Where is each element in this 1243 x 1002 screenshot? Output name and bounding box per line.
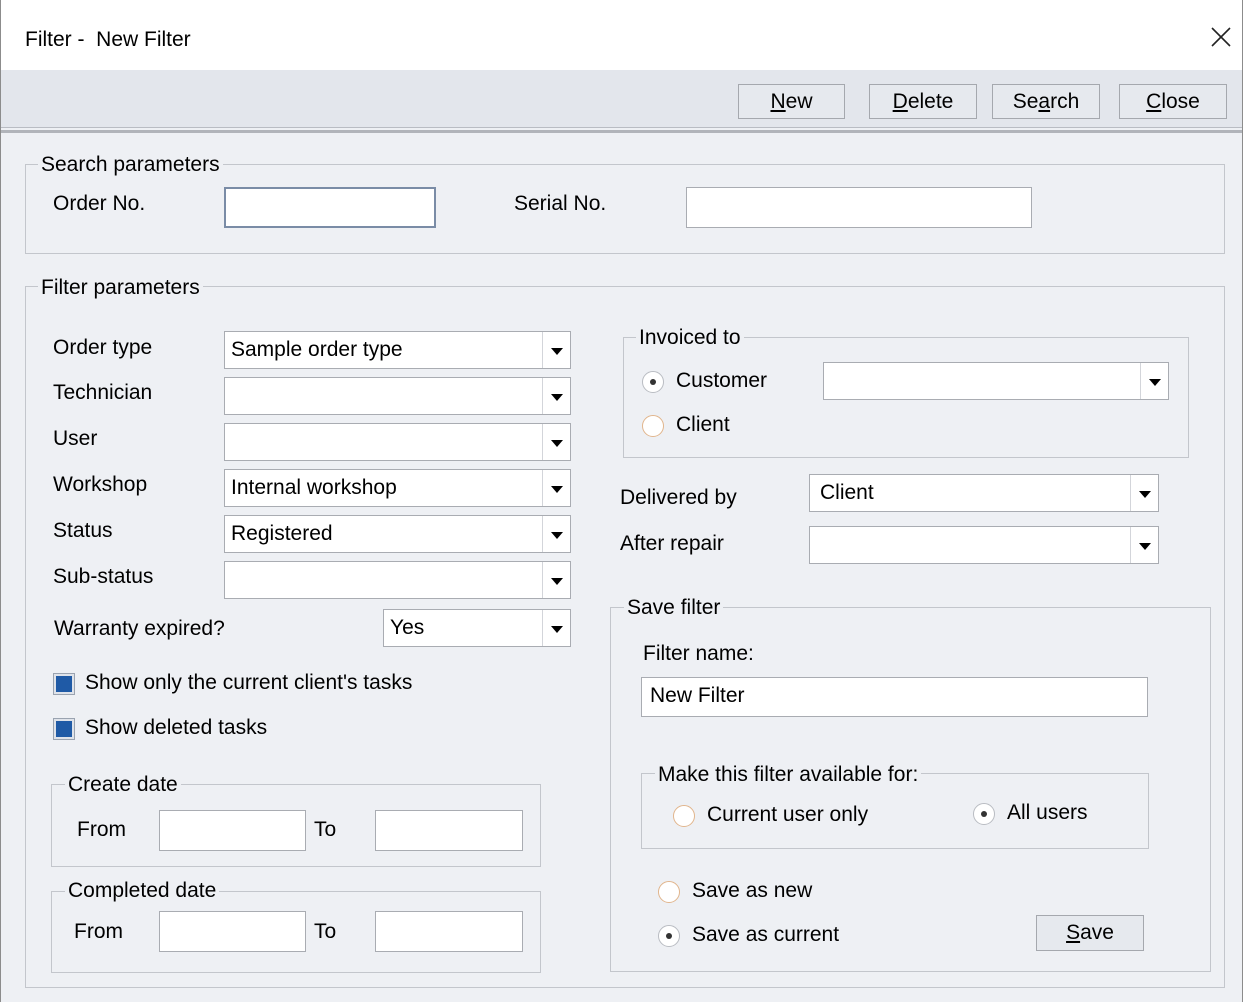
search-button-label-post: rch	[1050, 90, 1080, 113]
filter-dialog: Filter - New Filter New Delete Search Cl…	[0, 0, 1243, 1002]
toolbar-divider	[1, 130, 1242, 133]
show-current-client-tasks-label: Show only the current client's tasks	[85, 671, 413, 694]
close-icon[interactable]	[1206, 22, 1236, 52]
filter-parameters-title: Filter parameters	[38, 276, 203, 300]
search-button-label-pre: Se	[1012, 90, 1039, 113]
filter-name-input[interactable]: New Filter	[641, 677, 1148, 717]
save-as-new-radio[interactable]	[658, 881, 680, 903]
chevron-down-icon[interactable]	[1130, 475, 1158, 511]
create-date-from-label: From	[77, 818, 126, 841]
chevron-down-icon[interactable]	[542, 516, 570, 552]
new-button[interactable]: New	[738, 84, 845, 119]
current-user-only-radio[interactable]	[673, 805, 695, 827]
show-deleted-tasks-checkbox[interactable]	[53, 718, 75, 740]
save-as-new-label: Save as new	[692, 879, 813, 902]
invoiced-to-customer-combo[interactable]	[823, 362, 1169, 400]
invoiced-to-client-radio[interactable]	[642, 415, 664, 437]
sub-status-label: Sub-status	[53, 565, 154, 588]
completed-date-from-input[interactable]	[159, 911, 306, 952]
delete-button-mnemonic: D	[892, 90, 908, 113]
all-users-radio[interactable]	[973, 803, 995, 825]
filter-name-label: Filter name:	[643, 642, 754, 665]
save-button[interactable]: Save	[1036, 915, 1144, 951]
close-button-mnemonic: C	[1146, 90, 1162, 113]
completed-date-to-label: To	[314, 920, 337, 943]
current-user-only-label: Current user only	[707, 803, 869, 826]
completed-date-to-input[interactable]	[375, 911, 523, 952]
order-no-input[interactable]	[224, 187, 436, 228]
show-current-client-tasks-checkbox[interactable]	[53, 673, 75, 695]
chevron-down-icon[interactable]	[542, 562, 570, 598]
invoiced-to-customer-label: Customer	[676, 369, 768, 392]
new-button-label-post: ew	[785, 90, 813, 113]
close-button[interactable]: Close	[1119, 84, 1227, 119]
serial-no-label: Serial No.	[514, 192, 607, 215]
chevron-down-icon[interactable]	[542, 470, 570, 506]
search-button-mnemonic: a	[1038, 90, 1051, 113]
search-button[interactable]: Search	[992, 84, 1100, 119]
completed-date-from-label: From	[74, 920, 123, 943]
status-combo[interactable]: Registered	[224, 515, 571, 553]
availability-title: Make this filter available for:	[655, 763, 922, 787]
after-repair-label: After repair	[620, 532, 724, 555]
order-type-value: Sample order type	[231, 338, 403, 361]
create-date-from-input[interactable]	[159, 810, 306, 851]
invoiced-to-title: Invoiced to	[636, 326, 744, 350]
invoiced-to-client-label: Client	[676, 413, 730, 436]
serial-no-input[interactable]	[686, 187, 1032, 228]
delete-button[interactable]: Delete	[869, 84, 977, 119]
warranty-expired-combo[interactable]: Yes	[383, 609, 571, 647]
technician-combo[interactable]	[224, 377, 571, 415]
status-value: Registered	[231, 522, 333, 545]
delete-button-label-post: elete	[907, 90, 954, 113]
window-title: Filter - New Filter	[25, 28, 191, 51]
title-bar: Filter - New Filter	[1, 0, 1242, 70]
all-users-label: All users	[1007, 801, 1088, 824]
chevron-down-icon[interactable]	[542, 378, 570, 414]
chevron-down-icon[interactable]	[1130, 527, 1158, 563]
save-as-current-label: Save as current	[692, 923, 840, 946]
create-date-title: Create date	[65, 773, 181, 797]
order-type-combo[interactable]: Sample order type	[224, 331, 571, 369]
order-type-label: Order type	[53, 336, 153, 359]
completed-date-title: Completed date	[65, 879, 220, 903]
chevron-down-icon[interactable]	[542, 332, 570, 368]
create-date-to-input[interactable]	[375, 810, 523, 851]
workshop-label: Workshop	[53, 473, 148, 496]
chevron-down-icon[interactable]	[1140, 363, 1168, 399]
chevron-down-icon[interactable]	[542, 610, 570, 646]
save-as-current-radio[interactable]	[658, 925, 680, 947]
technician-label: Technician	[53, 381, 153, 404]
chevron-down-icon[interactable]	[542, 424, 570, 460]
workshop-combo[interactable]: Internal workshop	[224, 469, 571, 507]
status-label: Status	[53, 519, 113, 542]
warranty-expired-label: Warranty expired?	[54, 617, 225, 640]
delivered-by-combo[interactable]: Client	[809, 474, 1159, 512]
show-deleted-tasks-label: Show deleted tasks	[85, 716, 268, 739]
after-repair-combo[interactable]	[809, 526, 1159, 564]
delivered-by-value: Client	[820, 481, 874, 504]
user-label: User	[53, 427, 98, 450]
search-parameters-group	[25, 164, 1225, 254]
sub-status-combo[interactable]	[224, 561, 571, 599]
save-filter-title: Save filter	[624, 596, 724, 620]
invoiced-to-customer-radio[interactable]	[642, 371, 664, 393]
save-button-mnemonic: S	[1066, 921, 1081, 944]
order-no-label: Order No.	[53, 192, 146, 215]
warranty-expired-value: Yes	[390, 616, 425, 639]
create-date-to-label: To	[314, 818, 337, 841]
user-combo[interactable]	[224, 423, 571, 461]
delivered-by-label: Delivered by	[620, 486, 737, 509]
search-parameters-title: Search parameters	[38, 153, 223, 177]
save-button-label-post: ave	[1080, 921, 1114, 944]
close-button-label-post: lose	[1161, 90, 1200, 113]
new-button-mnemonic: N	[770, 90, 786, 113]
workshop-value: Internal workshop	[231, 476, 397, 499]
